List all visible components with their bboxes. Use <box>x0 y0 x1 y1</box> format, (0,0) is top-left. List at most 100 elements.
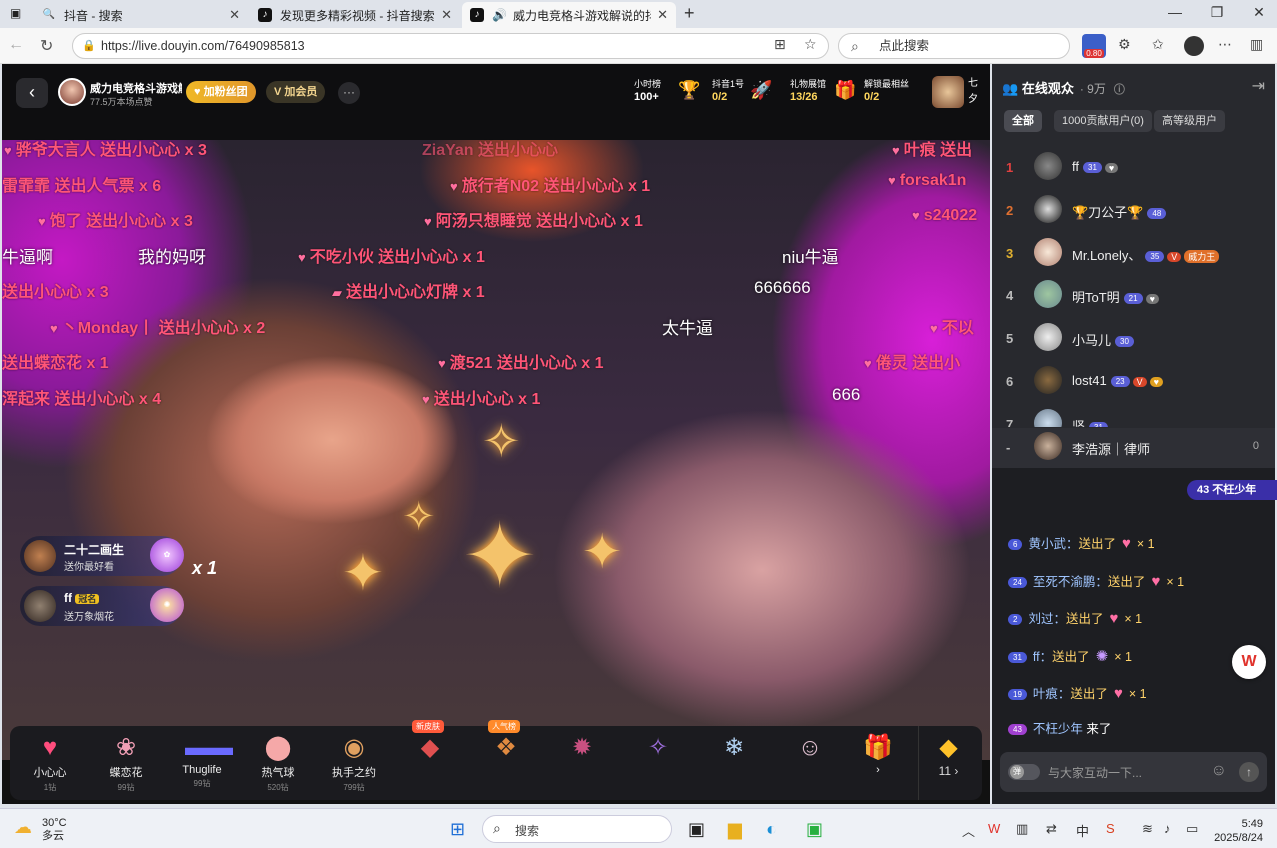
split-view-icon[interactable]: ⊞ <box>774 36 786 53</box>
hour-rank[interactable]: 小时榜 100+ 🏆 <box>634 78 714 104</box>
audience-row[interactable]: 7 坚31 <box>992 405 1275 427</box>
ime-tray-icon[interactable]: 中 <box>1076 821 1089 840</box>
close-window-button[interactable]: ✕ <box>1244 4 1274 21</box>
qixi-event-thumbnail[interactable] <box>932 76 964 108</box>
gift-item[interactable]: ⬤ 热气球 520钻 <box>240 726 316 800</box>
fan-btn-label: 加粉丝团 <box>203 86 248 98</box>
audience-row[interactable]: 6 lost41 23 V ♥ <box>992 362 1275 402</box>
gift-gallery[interactable]: 礼物展馆 13/26 🎁 <box>790 78 870 104</box>
tab-live[interactable]: ♪ 🔊 威力电竞格斗游戏解说的抖音 ✕ <box>462 2 676 28</box>
chat-count: × 1 <box>1136 537 1155 551</box>
sidebar-icon[interactable]: ▥ <box>1250 36 1263 53</box>
weather-widget[interactable]: 30°C 多云 <box>42 817 67 843</box>
join-member-button[interactable]: V 加会员 <box>266 81 326 103</box>
close-icon[interactable]: ✕ <box>441 7 452 23</box>
tab-top-contributors[interactable]: 1000贡献用户(0) <box>1054 110 1152 132</box>
unlock-fans[interactable]: 解锁最相丝 0/2 <box>864 78 934 104</box>
search-input[interactable]: ⌕ 点此搜索 <box>838 33 1070 59</box>
wps-tray-icon[interactable]: W <box>988 821 1000 836</box>
wifi-icon[interactable]: ≋ <box>1142 821 1153 837</box>
audience-row[interactable]: 1 ff 31 ♥ <box>992 148 1275 188</box>
audience-row[interactable]: 2 🏆刀公子🏆 48 <box>992 191 1275 231</box>
stat-value: 13/26 <box>790 91 818 103</box>
gift-item[interactable]: ▬▬ Thuglife 99钻 <box>164 726 240 800</box>
wps-floating-icon[interactable]: W <box>1232 645 1266 679</box>
chat-count: × 1 <box>1124 612 1143 626</box>
gift-item[interactable]: 🎁 › <box>848 726 908 800</box>
edge-icon[interactable]: ◐ <box>766 819 777 840</box>
minimize-button[interactable]: — <box>1160 4 1190 20</box>
volume-icon[interactable]: ♪ <box>1164 821 1171 836</box>
audience-row[interactable]: 4 明ToT明 21 ♥ <box>992 276 1275 316</box>
wechat-icon[interactable]: ▣ <box>806 819 823 840</box>
tab-high-level[interactable]: 高等级用户 <box>1154 110 1225 132</box>
collapse-icon[interactable]: ⇥ <box>1252 76 1265 96</box>
stat-label: 礼物展馆 <box>790 79 827 89</box>
gift-item[interactable]: ❀ 蝶恋花 99钻 <box>88 726 164 800</box>
gift-item[interactable]: ❄ <box>696 726 772 800</box>
gallery-icon: 🎁 <box>834 80 857 100</box>
next-icon[interactable]: › <box>848 764 908 776</box>
collections-icon[interactable]: ✩ <box>1152 36 1164 53</box>
tab-actions-icon[interactable]: ▣ <box>10 6 21 20</box>
sync-tray-icon[interactable]: ⇄ <box>1046 821 1057 837</box>
gift-item[interactable]: ♥ 小心心 1钻 <box>12 726 88 800</box>
diamond-balance[interactable]: ◆ 11 › <box>918 726 978 800</box>
favorite-icon[interactable]: ☆ <box>804 36 817 53</box>
douyin-no1[interactable]: 抖音1号 0/2 🚀 <box>712 78 792 104</box>
clock[interactable]: 5:49 2025/8/24 <box>1214 817 1263 845</box>
help-icon[interactable]: ⓘ <box>1114 84 1125 96</box>
speaker-icon[interactable]: 🔊 <box>492 8 507 22</box>
audience-row[interactable]: 3 Mr.Lonely、 35 V 威力王 <box>992 234 1275 274</box>
app-tray-icon[interactable]: S <box>1106 821 1115 836</box>
more-icon[interactable]: ··· <box>338 82 360 104</box>
gift-item[interactable]: 人气榜 ❖ <box>468 720 544 800</box>
tab-discover[interactable]: ♪ 发现更多精彩视频 - 抖音搜索 ✕ <box>250 2 460 28</box>
taskbar-search[interactable]: ⌕ 搜索 <box>482 815 672 843</box>
score: 0 <box>1252 440 1259 452</box>
chat-input[interactable]: 与大家互动一下... ☺ ↑ <box>1000 752 1267 792</box>
back-button[interactable]: ‹ <box>16 78 48 108</box>
back-icon[interactable]: ← <box>8 36 24 54</box>
gift-item[interactable]: 新皮肤 ◆ <box>392 720 468 800</box>
url-field[interactable]: 🔒 https://live.douyin.com/76490985813 <box>72 33 829 59</box>
gift-item[interactable]: ✧ <box>620 726 696 800</box>
douyin-icon: ♪ <box>258 8 272 22</box>
chevron-up-icon[interactable]: ︿ <box>962 821 975 840</box>
emoji-icon[interactable]: ☺ <box>1211 762 1227 780</box>
taskview-icon[interactable]: ▣ <box>688 819 705 840</box>
cloudy-icon[interactable]: ☁ <box>14 817 32 838</box>
danmaku-white: 666 <box>832 385 861 404</box>
close-icon[interactable]: ✕ <box>229 7 240 23</box>
send-button[interactable]: ↑ <box>1239 762 1259 782</box>
danmaku-toggle[interactable] <box>1008 764 1040 780</box>
gift-item[interactable]: ☺ <box>772 726 848 800</box>
firework-effect: ✦ <box>462 507 538 607</box>
join-fan-club-button[interactable]: ♥ 加粉丝团 <box>186 81 256 103</box>
chat-user: ff： <box>1032 650 1053 664</box>
maximize-button[interactable]: ❐ <box>1202 4 1232 21</box>
new-tab-button[interactable]: + <box>684 3 695 24</box>
more-icon[interactable]: ⋯ <box>1218 36 1232 53</box>
gift-item[interactable]: ✹ <box>544 726 620 800</box>
start-icon[interactable]: ⊞ <box>450 819 465 840</box>
tab-all[interactable]: 全部 <box>1004 110 1042 132</box>
streamer-avatar[interactable] <box>58 78 86 106</box>
chart-tray-icon[interactable]: ▥ <box>1016 821 1028 837</box>
gift-item[interactable]: ◉ 执手之约 799钻 <box>316 726 392 800</box>
refresh-icon[interactable]: ↻ <box>40 36 53 56</box>
extension-badge[interactable]: 0.80 <box>1082 34 1106 58</box>
address-toolbar: ← ↻ 🔒 https://live.douyin.com/7649098581… <box>0 28 1277 64</box>
streamer-name[interactable]: 威力电竞格斗游戏解 <box>90 80 182 96</box>
battery-icon[interactable]: ▭ <box>1186 821 1198 837</box>
avatar[interactable] <box>1184 36 1204 56</box>
extensions-icon[interactable]: ⚙ <box>1118 36 1131 53</box>
rank: 5 <box>1006 331 1014 346</box>
close-icon[interactable]: ✕ <box>657 7 668 23</box>
explorer-icon[interactable]: ▆ <box>728 819 742 840</box>
avatar <box>24 540 56 572</box>
audience-row[interactable]: 5 小马儿 30 <box>992 319 1275 359</box>
right-panel: 👥 在线观众 · 9万 ⓘ ⇥ 全部 1000贡献用户(0) 高等级用户 1 ff 3… <box>992 64 1277 804</box>
danmaku-text: 送出小心心 x 1 <box>433 391 541 408</box>
tab-search[interactable]: 🔍 抖音 - 搜索 ✕ <box>34 2 248 28</box>
